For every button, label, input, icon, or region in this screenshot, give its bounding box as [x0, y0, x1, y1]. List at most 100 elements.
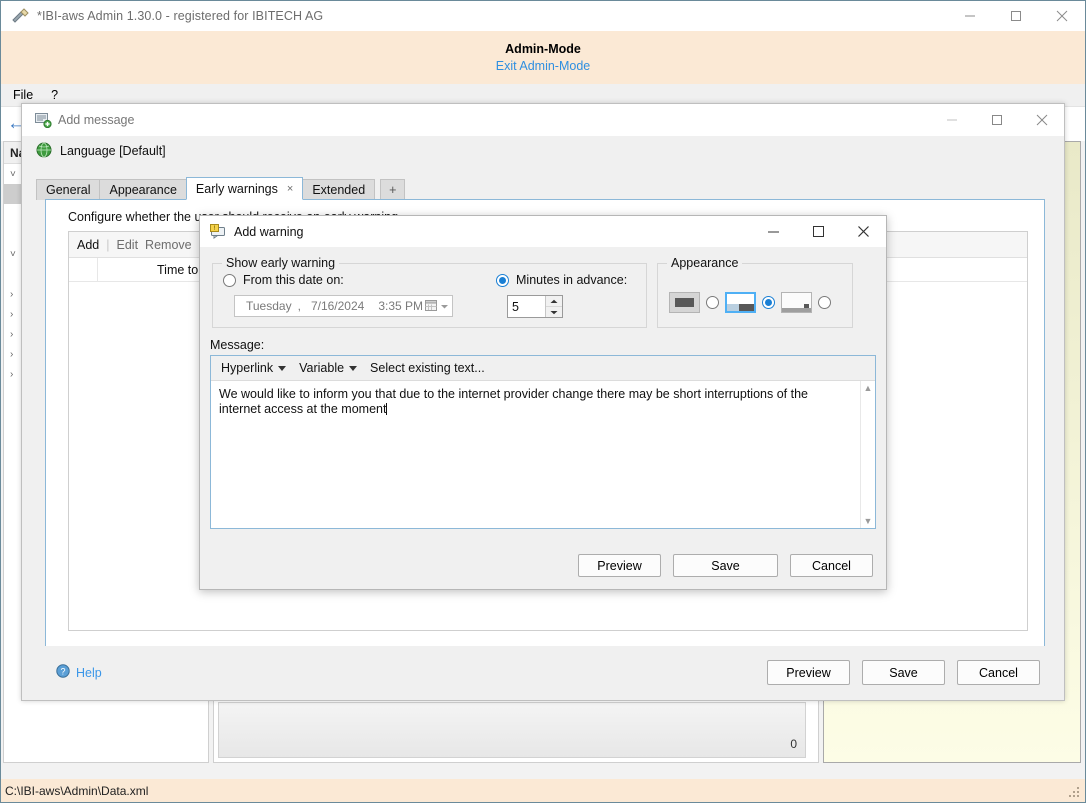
add-warning-window-controls — [751, 216, 886, 247]
tab-label: Extended — [312, 183, 365, 197]
radio-minutes-in-advance[interactable]: Minutes in advance: — [496, 273, 627, 287]
help-icon: ? — [56, 664, 70, 681]
appearance-radio-bottom-banner[interactable] — [762, 296, 775, 309]
hyperlink-label: Hyperlink — [221, 361, 273, 375]
tab-label: Appearance — [109, 183, 176, 197]
show-early-warning-group: Show early warning From this date on: Tu… — [212, 263, 647, 328]
appearance-options — [669, 292, 831, 313]
minimize-icon[interactable] — [751, 216, 796, 247]
date-separator: , — [295, 299, 304, 313]
add-message-footer: ? Help Preview Save Cancel — [22, 646, 1064, 700]
add-message-title: Add message — [58, 113, 134, 127]
tab-extended[interactable]: Extended — [302, 179, 375, 200]
minimize-icon[interactable] — [929, 104, 974, 136]
scroll-down-icon[interactable]: ▼ — [864, 516, 873, 526]
remove-button[interactable]: Remove — [145, 238, 192, 252]
tab-early-warnings[interactable]: Early warnings × — [186, 177, 303, 200]
maximize-icon[interactable] — [993, 1, 1039, 31]
variable-dropdown[interactable]: Variable — [299, 361, 357, 375]
radio-minutes-label: Minutes in advance: — [516, 273, 627, 287]
message-editor[interactable]: Hyperlink Variable Select existing text.… — [210, 355, 876, 529]
time-value: 3:35 PM — [375, 299, 426, 313]
warning-message-icon: ! — [210, 224, 227, 239]
language-row: Language [Default] — [22, 136, 1064, 166]
language-label: Language [Default] — [60, 144, 166, 158]
tab-add-new[interactable]: + — [380, 179, 405, 200]
edit-button[interactable]: Edit — [117, 238, 139, 252]
chevron-down-icon — [278, 366, 286, 371]
preview-button[interactable]: Preview — [578, 554, 661, 577]
appearance-radio-corner-popup[interactable] — [818, 296, 831, 309]
appearance-radio-centered[interactable] — [706, 296, 719, 309]
add-button[interactable]: Add — [77, 238, 99, 252]
save-button[interactable]: Save — [673, 554, 778, 577]
screen: *IBI-aws Admin 1.30.0 - registered for I… — [0, 0, 1086, 803]
text-cursor — [386, 403, 387, 415]
stepper-up-icon[interactable] — [546, 296, 562, 307]
add-warning-titlebar: ! Add warning — [200, 216, 886, 247]
exit-admin-mode-link[interactable]: Exit Admin-Mode — [496, 59, 590, 73]
hyperlink-dropdown[interactable]: Hyperlink — [221, 361, 286, 375]
add-message-icon — [35, 113, 52, 128]
svg-text:?: ? — [60, 666, 65, 676]
tab-general[interactable]: General — [36, 179, 100, 200]
admin-mode-banner: Admin-Mode Exit Admin-Mode — [1, 31, 1085, 84]
message-editor-toolbar: Hyperlink Variable Select existing text.… — [211, 356, 875, 381]
cancel-button[interactable]: Cancel — [957, 660, 1040, 685]
calendar-dropdown[interactable] — [424, 298, 449, 315]
stepper-down-icon[interactable] — [546, 307, 562, 317]
chevron-down-icon — [349, 366, 357, 371]
maximize-icon[interactable] — [974, 104, 1019, 136]
add-message-window-controls — [929, 104, 1064, 136]
scroll-up-icon[interactable]: ▲ — [864, 383, 873, 393]
preview-button[interactable]: Preview — [767, 660, 850, 685]
add-warning-buttons: Preview Save Cancel — [578, 554, 873, 577]
appearance-centered-window-icon[interactable] — [669, 292, 700, 313]
app-window-controls — [947, 1, 1085, 31]
tab-label: + — [389, 183, 396, 197]
toolbar-separator: | — [106, 238, 109, 252]
minutes-value[interactable]: 5 — [508, 296, 545, 317]
date-time-picker[interactable]: Tuesday , 7/16/2024 3:35 PM — [234, 295, 453, 317]
show-early-warning-legend: Show early warning — [222, 256, 339, 270]
date-value: 7/16/2024 — [308, 299, 367, 313]
chevron-down-icon[interactable] — [440, 300, 449, 314]
tab-label: General — [46, 183, 90, 197]
calendar-icon[interactable] — [424, 298, 438, 315]
tab-appearance[interactable]: Appearance — [99, 179, 186, 200]
radio-from-this-date-label: From this date on: — [243, 273, 344, 287]
variable-label: Variable — [299, 361, 344, 375]
add-message-buttons: Preview Save Cancel — [767, 660, 1040, 685]
help-link[interactable]: ? Help — [56, 664, 102, 681]
close-icon[interactable] — [841, 216, 886, 247]
tabstrip: General Appearance Early warnings × Exte… — [36, 177, 1056, 200]
menu-file[interactable]: File — [13, 88, 33, 102]
message-text-area[interactable]: We would like to inform you that due to … — [211, 381, 860, 528]
select-existing-text-button[interactable]: Select existing text... — [370, 361, 485, 375]
radio-icon-unchecked[interactable] — [223, 274, 236, 287]
minimize-icon[interactable] — [947, 1, 993, 31]
radio-from-this-date[interactable]: From this date on: — [223, 273, 344, 287]
message-scrollbar[interactable]: ▲ ▼ — [860, 381, 875, 528]
maximize-icon[interactable] — [796, 216, 841, 247]
grid-count: 0 — [790, 737, 797, 751]
resize-grip[interactable] — [1069, 787, 1081, 799]
tool-icon — [10, 8, 30, 24]
svg-text:!: ! — [214, 225, 216, 232]
radio-icon-checked[interactable] — [496, 274, 509, 287]
column-spacer — [97, 258, 147, 282]
close-icon[interactable] — [1019, 104, 1064, 136]
message-text: We would like to inform you that due to … — [219, 387, 808, 416]
app-title: *IBI-aws Admin 1.30.0 - registered for I… — [37, 9, 323, 23]
appearance-corner-popup-icon[interactable] — [781, 292, 812, 313]
minutes-in-advance-stepper[interactable]: 5 — [507, 295, 563, 318]
tab-close-icon[interactable]: × — [287, 183, 293, 195]
statusbar: C:\IBI-aws\Admin\Data.xml — [1, 779, 1085, 802]
menu-help[interactable]: ? — [51, 88, 58, 102]
save-button[interactable]: Save — [862, 660, 945, 685]
date-weekday: Tuesday — [243, 299, 295, 313]
close-icon[interactable] — [1039, 1, 1085, 31]
cancel-button[interactable]: Cancel — [790, 554, 873, 577]
grid-summary-row: 0 — [218, 702, 806, 758]
appearance-bottom-banner-icon[interactable] — [725, 292, 756, 313]
